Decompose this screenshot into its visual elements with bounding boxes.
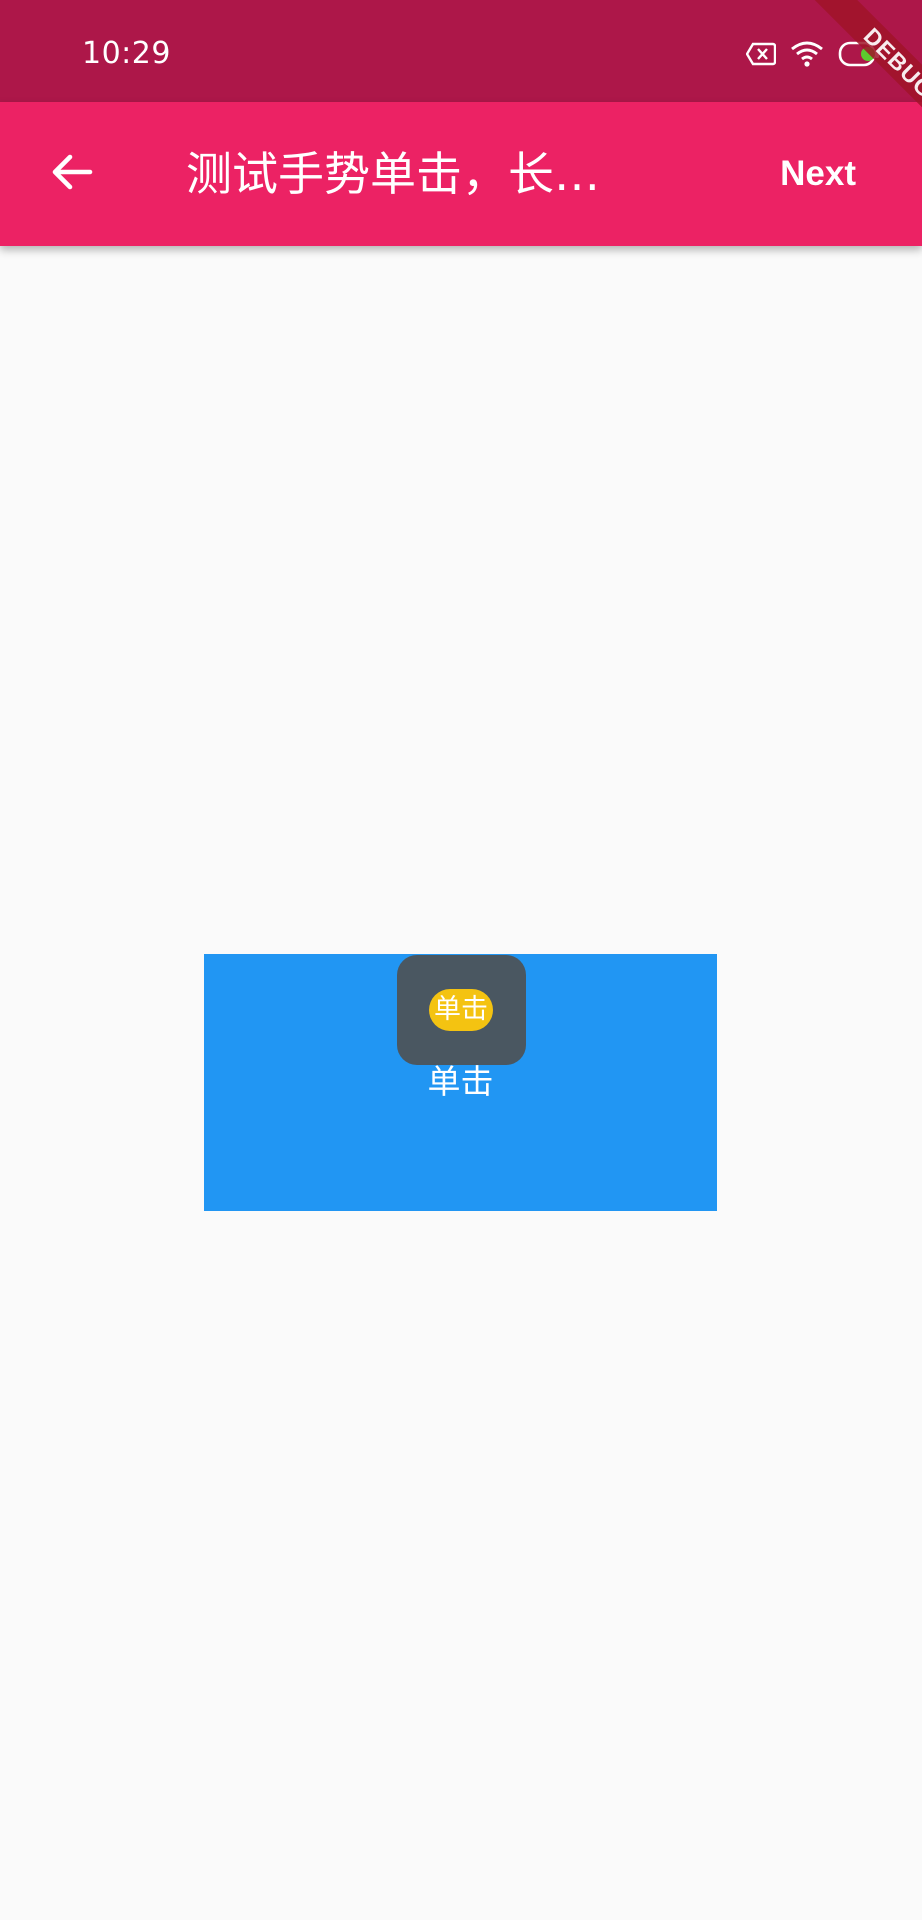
page-title: 测试手势单击，长… <box>186 147 600 201</box>
app-bar: 测试手势单击，长… Next <box>0 102 922 246</box>
arrow-back-icon <box>48 148 96 200</box>
wifi-icon <box>790 41 824 67</box>
gesture-label: 单击 <box>427 1062 494 1101</box>
battery-icon <box>838 40 882 68</box>
status-bar: 10:29 <box>0 0 922 102</box>
no-sim-icon <box>746 42 776 66</box>
status-icons <box>746 38 882 70</box>
status-time: 10:29 <box>82 36 171 71</box>
toast: 单击 <box>397 955 526 1065</box>
next-button[interactable]: Next <box>780 150 856 198</box>
back-button[interactable] <box>36 138 108 210</box>
toast-message: 单击 <box>429 989 493 1031</box>
